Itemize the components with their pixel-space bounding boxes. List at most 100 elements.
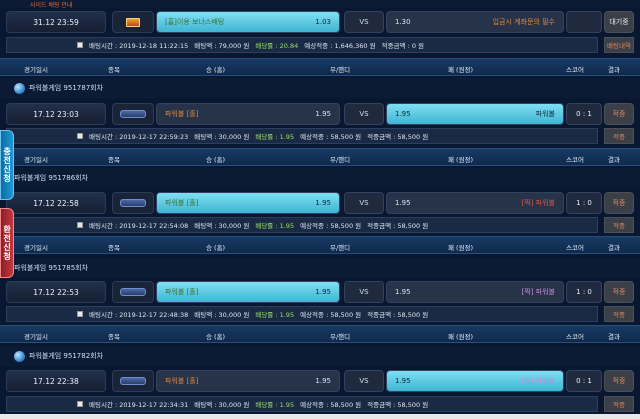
header-result: 결과 [608,66,620,74]
result-button[interactable]: 적중 [604,128,634,144]
game-title-row: 파워볼게임 951782회차 [0,346,640,366]
away-odds: 1.95 [395,288,411,296]
bet-select-checkbox[interactable] [77,133,83,139]
home-team: 파워볼 [홀] [165,377,199,385]
bet-datetime: 17.12 22:58 [6,192,106,214]
home-pick[interactable]: [홈]이용 보너스배팅 1.03 [156,11,340,33]
table-header: 경기일시 종목 승 (홈) 무/핸디 패 (원정) 스코어 결과 [0,325,640,343]
vs-cell: VS [344,103,384,125]
result-button[interactable]: 적중 [604,217,634,233]
bet-time: 배팅시간 : 2019-12-17 22:59:23 [89,133,189,141]
bet-row[interactable]: 17.12 22:58 파워볼 [홀] 1.95 VS 1.95 [짝] 파워볼… [6,192,634,214]
home-pick[interactable]: 파워볼 [홀] 1.95 [156,281,340,303]
score-cell: 0 : 1 [566,370,602,392]
bet-expected: 예상적중 : 58,500 원 [300,311,362,319]
bottom-strip [0,414,640,419]
sport-cell [112,192,154,214]
header-score: 스코어 [566,244,584,252]
bet-select-checkbox[interactable] [77,311,83,317]
home-pick[interactable]: 파워볼 [홀] 1.95 [156,103,340,125]
bet-time: 배팅시간 : 2019-12-17 22:34:31 [89,401,189,409]
away-odds: 1.95 [395,110,411,118]
result-badge: 적중 [604,103,634,125]
bet-won: 적중금액 : 58,500 원 [367,222,429,230]
bet-select-checkbox[interactable] [77,222,83,228]
bet-select-checkbox[interactable] [77,401,83,407]
table-header: 경기일시 종목 승 (홈) 무/핸디 패 (원정) 스코어 결과 [0,58,640,76]
home-odds: 1.95 [315,199,331,207]
header-away: 패 (원정) [448,244,474,252]
bet-info-bar: 배팅시간 : 2019-12-17 22:54:08 배팅액 : 30,000 … [6,217,598,233]
bet-odds: 배당률 : 1.95 [255,222,295,230]
header-sport: 종목 [108,333,120,341]
away-pick[interactable]: 1.30 입금시 계좌문의 필수 [386,11,564,33]
header-datetime: 경기일시 [24,156,48,164]
header-score: 스코어 [566,156,584,164]
bet-row[interactable]: 17.12 23:03 파워볼 [홀] 1.95 VS 1.95 파워볼 0 :… [6,103,634,125]
bet-info-bar: 배팅시간 : 2019-12-17 22:59:23 배팅액 : 30,000 … [6,128,598,144]
header-sport: 종목 [108,66,120,74]
table-header: 경기일시 종목 승 (홈) 무/핸디 패 (원정) 스코어 결과 [0,236,640,254]
header-home: 승 (홈) [206,156,226,164]
header-home: 승 (홈) [206,244,226,252]
away-team: 입금시 계좌문의 필수 [492,18,555,26]
sport-cell [112,370,154,392]
score-cell [566,11,602,33]
table-header: 경기일시 종목 승 (홈) 무/핸디 패 (원정) 스코어 결과 [0,148,640,166]
bet-select-checkbox[interactable] [77,42,83,48]
bet-odds: 배당률 : 20.84 [255,42,299,50]
header-datetime: 경기일시 [24,333,48,341]
away-pick[interactable]: 1.95 [짝] 파워볼 [386,281,564,303]
bet-row[interactable]: 31.12 23:59 [홈]이용 보너스배팅 1.03 VS 1.30 입금시… [6,11,634,33]
powerball-logo-icon [120,110,146,118]
home-pick[interactable]: 파워볼 [홀] 1.95 [156,370,340,392]
home-odds: 1.95 [315,110,331,118]
game-title: 파워볼게임 951787회차 [29,84,104,92]
bet-info-row: 배팅시간 : 2019-12-17 22:59:23 배팅액 : 30,000 … [6,128,634,144]
result-badge: 적중 [604,281,634,303]
bet-datetime: 31.12 23:59 [6,11,106,33]
bet-time: 배팅시간 : 2019-12-18 11:22:15 [89,42,189,50]
away-team: [짝] 파워볼 [521,199,555,207]
header-score: 스코어 [566,66,584,74]
game-title: 파워볼게임 951782회차 [29,352,104,360]
sport-cell [112,11,154,33]
score-cell: 1 : 0 [566,281,602,303]
bet-row[interactable]: 17.12 22:38 파워볼 [홀] 1.95 VS 1.95 [짝] 파워볼… [6,370,634,392]
exchange-request-tab[interactable]: 환전신청 [0,208,14,278]
bet-datetime: 17.12 22:53 [6,281,106,303]
home-odds: 1.03 [315,18,331,26]
header-away: 패 (원정) [448,66,474,74]
home-pick[interactable]: 파워볼 [홀] 1.95 [156,192,340,214]
header-home: 승 (홈) [206,333,226,341]
header-draw: 무/핸디 [330,156,351,164]
bet-expected: 예상적중 : 58,500 원 [300,133,362,141]
top-strip-text: 사이드 배팅 안내 [30,2,73,9]
globe-icon [14,350,25,362]
bet-row[interactable]: 17.12 22:53 파워볼 [홀] 1.95 VS 1.95 [짝] 파워볼… [6,281,634,303]
powerball-logo-icon [120,377,146,385]
bet-amount: 배팅액 : 30,000 원 [194,311,250,319]
bet-history-button[interactable]: 배팅내역 [604,37,634,53]
result-button[interactable]: 적중 [604,396,634,412]
bet-won: 적중금액 : 58,500 원 [367,311,429,319]
bet-info-bar: 배팅시간 : 2019-12-17 22:48:38 배팅액 : 30,000 … [6,306,598,322]
away-pick[interactable]: 1.95 [짝] 파워볼 [386,192,564,214]
charge-request-tab[interactable]: 충전신청 [0,130,14,200]
exchange-request-label: 환전신청 [2,225,12,261]
home-team: 파워볼 [홀] [165,288,199,296]
result-button[interactable]: 적중 [604,306,634,322]
bet-won: 적중금액 : 58,500 원 [367,133,429,141]
header-result: 결과 [608,244,620,252]
home-odds: 1.95 [315,288,331,296]
bet-info-bar: 배팅시간 : 2019-12-17 22:34:31 배팅액 : 30,000 … [6,396,598,412]
game-title-row: 파워볼게임 951787회차 [0,78,640,98]
header-result: 결과 [608,156,620,164]
sport-cell [112,103,154,125]
bet-info-row: 배팅시간 : 2019-12-18 11:22:15 배팅액 : 79,000 … [6,37,634,53]
away-pick[interactable]: 1.95 [짝] 파워볼 [386,370,564,392]
away-pick[interactable]: 1.95 파워볼 [386,103,564,125]
header-draw: 무/핸디 [330,244,351,252]
bet-won: 적중금액 : 0 원 [381,42,425,50]
result-badge: 대기중 [604,11,634,33]
